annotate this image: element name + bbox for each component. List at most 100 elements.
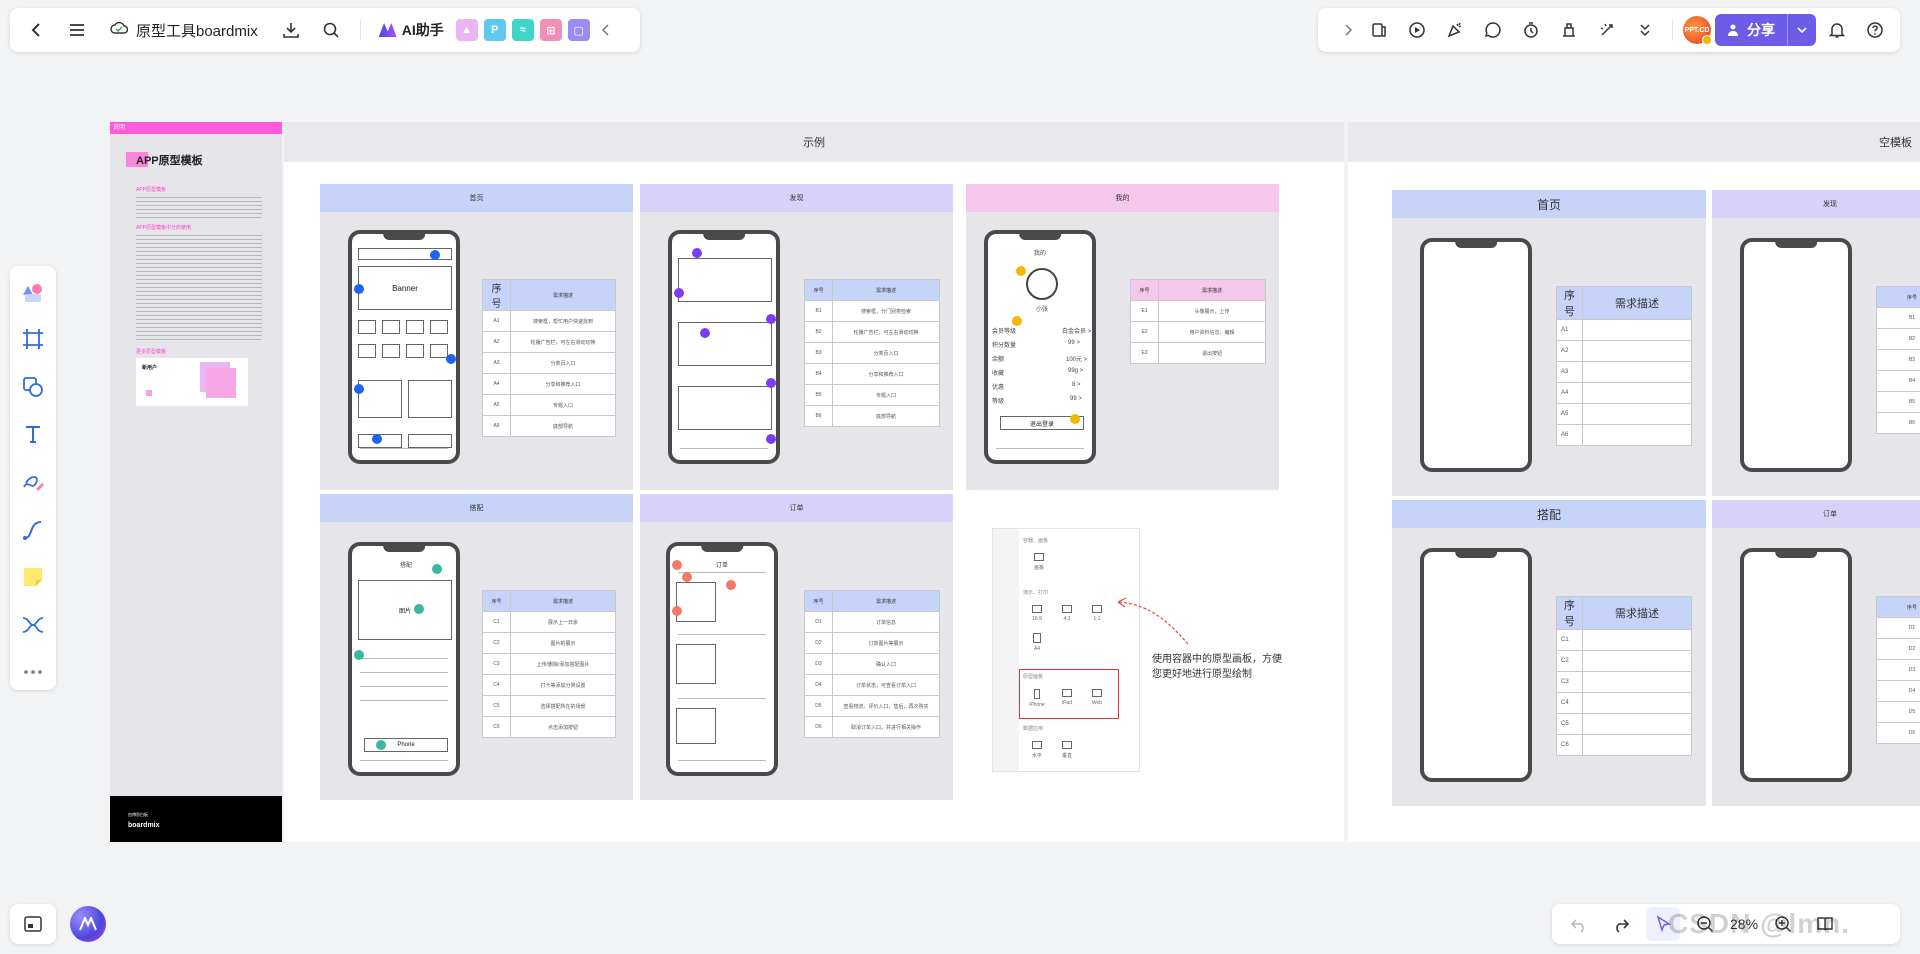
search-icon[interactable] <box>314 13 348 47</box>
panel-section-label: 容器、画板 <box>1023 538 1049 544</box>
table-cell: A1 <box>1556 319 1583 341</box>
pen-tool-icon[interactable] <box>15 464 51 500</box>
help-icon[interactable] <box>1858 13 1892 47</box>
table-cell: 搜索框，帮忙用户快速找到 <box>510 310 616 332</box>
guide-title: APP原型模板 <box>136 155 203 167</box>
container-panel-mockup: 容器、画板 画板 演示、打印 16:9 4:3 1:1 A4 原型画板 iPho… <box>992 528 1140 772</box>
doc-title[interactable]: 原型工具boardmix <box>100 20 268 41</box>
card-order[interactable]: 订单 订单 序号 需求描述 D1 订单信息 D2 订单图片等展示 D3 确认入口 D4 订… <box>640 494 953 800</box>
table-row: B2 轮播广告栏，可左右滑动切换 <box>804 321 940 343</box>
mine-phone: 我的 小张 会员等级 白金会员 > 积分数量 99 > 余额 100元 > 收藏… <box>984 230 1096 464</box>
blank-card-home[interactable]: 首页 序号 需求描述 A1 A2 A3 A4 A5 A6 <box>1392 190 1706 496</box>
table-cell <box>1582 650 1692 672</box>
undo-icon[interactable] <box>1562 907 1596 941</box>
blank-card-order[interactable]: 订单 序号 D1 D2 D3 D4 D5 D6 <box>1712 500 1920 806</box>
home-cat-4 <box>430 320 448 334</box>
mine-avatar-icon <box>1026 268 1058 300</box>
text-tool-icon[interactable] <box>15 417 51 453</box>
table-cell <box>1582 734 1692 756</box>
more-tools-icon[interactable] <box>15 655 51 691</box>
notification-icon[interactable] <box>1820 13 1854 47</box>
table-row: A1 搜索框，帮忙用户快速找到 <box>482 310 616 332</box>
menu-icon[interactable] <box>60 13 94 47</box>
present-icon[interactable] <box>1400 13 1434 47</box>
table-cell: D5 <box>1876 701 1920 723</box>
table-row: B1 搜索框，分门别类检索 <box>804 300 940 322</box>
mine-row-label: 积分数量 <box>992 343 1017 349</box>
mindmap-tool-icon[interactable] <box>15 607 51 643</box>
comment-icon[interactable] <box>1476 13 1510 47</box>
guide-paragraph-2 <box>136 232 262 340</box>
table-cell: C5 <box>482 695 511 717</box>
blank-card-discover[interactable]: 发现 序号 B1 B2 B3 B4 B5 B6 <box>1712 190 1920 496</box>
table-cell: 上传/删除/添加搭配图片 <box>510 653 616 675</box>
card-discover[interactable]: 发现 序号 需求描述 B1 搜索框，分门别类检索 B2 轮播广告栏，可左右滑动切换 B… <box>640 184 953 490</box>
table-cell: 选择搭配所在的场景 <box>510 695 616 717</box>
guide-frame[interactable]: 说明 APP原型模板 APP原型模板 APP原型模板中分的使用 更多原型模板 新… <box>110 122 282 842</box>
card-mine[interactable]: 我的 我的 小张 会员等级 白金会员 > 积分数量 99 > 余额 100元 >… <box>966 184 1279 490</box>
avatar[interactable]: PPT.CD <box>1683 16 1712 45</box>
zoom-level[interactable]: 28% <box>1730 916 1758 932</box>
table-cell: 分享和推荐入口 <box>510 373 616 395</box>
vote-icon[interactable] <box>1552 13 1586 47</box>
blank-template-frame[interactable]: 空模板 首页 序号 需求描述 A1 A2 A3 A4 A5 A6 发现 序号 B1… <box>1348 122 1920 842</box>
celebrate-icon[interactable] <box>1438 13 1472 47</box>
frame-tool-icon[interactable] <box>15 322 51 358</box>
share-dropdown-icon[interactable] <box>1788 14 1816 46</box>
match-form-line <box>360 658 448 659</box>
guide-tag: 说明 <box>110 122 282 134</box>
connector-tool-icon[interactable] <box>15 512 51 548</box>
template-icon[interactable] <box>1362 13 1396 47</box>
panel-item-label: 垂直 <box>1061 753 1072 759</box>
laser-icon[interactable] <box>1590 13 1624 47</box>
flow-plugin-icon[interactable]: ≈ <box>511 19 534 41</box>
mine-req-table: 序号 需求描述 E1 头像展示，上传 E2 用户资料信息，编辑 E3 退出按钮 <box>1130 279 1266 364</box>
shape-tool-icon[interactable] <box>15 369 51 405</box>
panel-section-label: 演示、打印 <box>1023 590 1049 596</box>
home-marker-a3 <box>446 354 456 364</box>
guide-section-1: APP原型模板 <box>136 187 167 193</box>
select-mode-icon[interactable] <box>1646 907 1680 941</box>
download-icon[interactable] <box>274 13 308 47</box>
zoom-in-icon[interactable] <box>1766 907 1800 941</box>
mine-row-label: 收藏 <box>992 371 1005 377</box>
p-plugin-icon[interactable]: P <box>483 19 506 41</box>
example-frame[interactable]: 示例 首页 Banner 序号 需求描述 A1 搜索框，帮忙用户快速找到 A2 … <box>284 122 1344 842</box>
ai-float-button[interactable] <box>70 906 106 942</box>
table-cell: B2 <box>804 321 833 343</box>
chat-plugin-icon[interactable]: ▢ <box>567 19 590 41</box>
home-promo-2 <box>408 380 452 418</box>
table-cell: B1 <box>804 300 833 322</box>
blank-card-title: 首页 <box>1392 190 1706 218</box>
panel-item: 垂直 <box>1055 741 1079 759</box>
minimap-button[interactable] <box>10 904 56 944</box>
blank-card-match[interactable]: 搭配 序号 需求描述 C1 C2 C3 C4 C5 C6 <box>1392 500 1706 806</box>
redo-icon[interactable] <box>1604 907 1638 941</box>
zoom-out-icon[interactable] <box>1688 907 1722 941</box>
share-button[interactable]: 分享 <box>1715 14 1816 46</box>
table-cell: B6 <box>804 405 833 427</box>
expand-icon[interactable] <box>1338 13 1358 47</box>
book-icon[interactable] <box>1808 907 1842 941</box>
card-match[interactable]: 搭配 搭配 图片 Phone 序号 需求描述 C1 展示上一日余 C2 图片的展示 C… <box>320 494 633 800</box>
image-plugin-icon[interactable]: ▲ <box>455 19 478 41</box>
back-icon[interactable] <box>20 13 54 47</box>
timer-icon[interactable] <box>1514 13 1548 47</box>
share-main[interactable]: 分享 <box>1715 14 1788 46</box>
ai-assistant-button[interactable]: AI助手 <box>373 20 450 40</box>
guide-template-card[interactable]: 新用户 <box>136 358 248 406</box>
card-home[interactable]: 首页 Banner 序号 需求描述 A1 搜索框，帮忙用户快速找到 A2 轮播广… <box>320 184 633 490</box>
mindmap-plugin-icon[interactable]: ⊞ <box>539 19 562 41</box>
match-marker-c3 <box>354 650 364 660</box>
cloud-sync-icon <box>110 21 129 39</box>
table-row: A1 <box>1556 319 1692 341</box>
table-row: C6 点击添加按钮 <box>482 716 616 738</box>
table-cell: 分享和推荐入口 <box>832 363 940 385</box>
home-cat-1 <box>358 320 376 334</box>
collapse-icon[interactable] <box>596 13 616 47</box>
table-row: C1 <box>1556 629 1692 651</box>
more-down-icon[interactable] <box>1628 13 1662 47</box>
table-cell: C6 <box>482 716 511 738</box>
sticky-note-icon[interactable] <box>15 559 51 595</box>
shape-library-icon[interactable] <box>15 274 51 310</box>
